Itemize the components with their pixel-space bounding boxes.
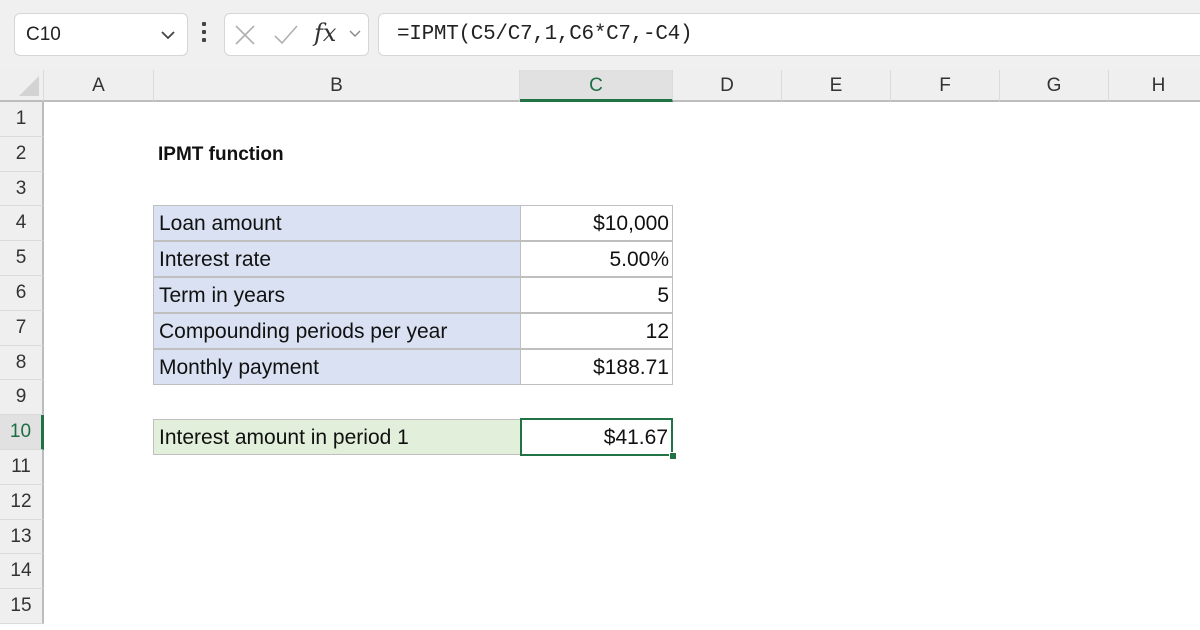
- input-label-cell[interactable]: Term in years: [153, 277, 521, 313]
- row-header-1[interactable]: 1: [0, 102, 44, 137]
- formula-input[interactable]: =IPMT(C5/C7,1,C6*C7,-C4): [378, 13, 1200, 56]
- column-header-d[interactable]: D: [673, 70, 782, 102]
- row-header-10[interactable]: 10: [0, 415, 44, 450]
- row-header-14[interactable]: 14: [0, 554, 44, 590]
- fill-handle[interactable]: [669, 452, 677, 460]
- input-label-cell[interactable]: Loan amount: [153, 205, 521, 241]
- insert-function-icon[interactable]: fx: [314, 19, 336, 47]
- name-box[interactable]: C10: [14, 13, 188, 56]
- formula-controls: fx: [224, 13, 369, 56]
- column-header-c[interactable]: C: [520, 70, 673, 102]
- row-header-2[interactable]: 2: [0, 136, 44, 172]
- column-header-e[interactable]: E: [782, 70, 891, 102]
- check-icon[interactable]: [273, 24, 299, 46]
- spreadsheet-grid: A B C D E F G H 1 2 3 4 5 6 7 8 9 10 11 12 13 14 15 IP…: [0, 70, 1200, 630]
- input-label-cell[interactable]: Interest rate: [153, 241, 521, 277]
- input-value-cell[interactable]: 5.00%: [520, 241, 673, 277]
- row-header-15[interactable]: 15: [0, 589, 44, 624]
- row-header-11[interactable]: 11: [0, 450, 44, 485]
- input-label-cell[interactable]: Monthly payment: [153, 349, 521, 385]
- row-header-3[interactable]: 3: [0, 171, 44, 207]
- chevron-down-icon[interactable]: [348, 27, 362, 41]
- sheet-title: IPMT function: [158, 144, 284, 165]
- row-header-5[interactable]: 5: [0, 241, 44, 276]
- formula-bar: C10 fx =IPMT(C5/C7,1,C6*C7,-C4): [0, 0, 1200, 70]
- column-header-g[interactable]: G: [1000, 70, 1109, 102]
- row-header-8[interactable]: 8: [0, 345, 44, 381]
- formula-text: =IPMT(C5/C7,1,C6*C7,-C4): [397, 23, 693, 46]
- input-value-cell[interactable]: $188.71: [520, 349, 673, 385]
- column-header-f[interactable]: F: [891, 70, 1000, 102]
- input-value-cell[interactable]: $10,000: [520, 205, 673, 241]
- column-header-b[interactable]: B: [154, 70, 520, 102]
- input-label-cell[interactable]: Compounding periods per year: [153, 313, 521, 349]
- more-options-icon[interactable]: [200, 22, 208, 48]
- result-label-cell[interactable]: Interest amount in period 1: [153, 419, 521, 455]
- cancel-icon[interactable]: [234, 24, 256, 46]
- row-header-7[interactable]: 7: [0, 310, 44, 346]
- row-header-13[interactable]: 13: [0, 519, 44, 555]
- name-box-value: C10: [26, 24, 61, 45]
- select-all-button[interactable]: [0, 70, 44, 102]
- row-header-4[interactable]: 4: [0, 206, 44, 242]
- result-value-cell-active[interactable]: $41.67: [520, 418, 673, 456]
- column-header-a[interactable]: A: [44, 70, 154, 102]
- column-header-h[interactable]: H: [1109, 70, 1200, 102]
- input-value-cell[interactable]: 5: [520, 277, 673, 313]
- chevron-down-icon[interactable]: [159, 26, 177, 44]
- input-value-cell[interactable]: 12: [520, 313, 673, 349]
- row-header-9[interactable]: 9: [0, 380, 44, 416]
- row-header-12[interactable]: 12: [0, 484, 44, 520]
- row-header-6[interactable]: 6: [0, 276, 44, 311]
